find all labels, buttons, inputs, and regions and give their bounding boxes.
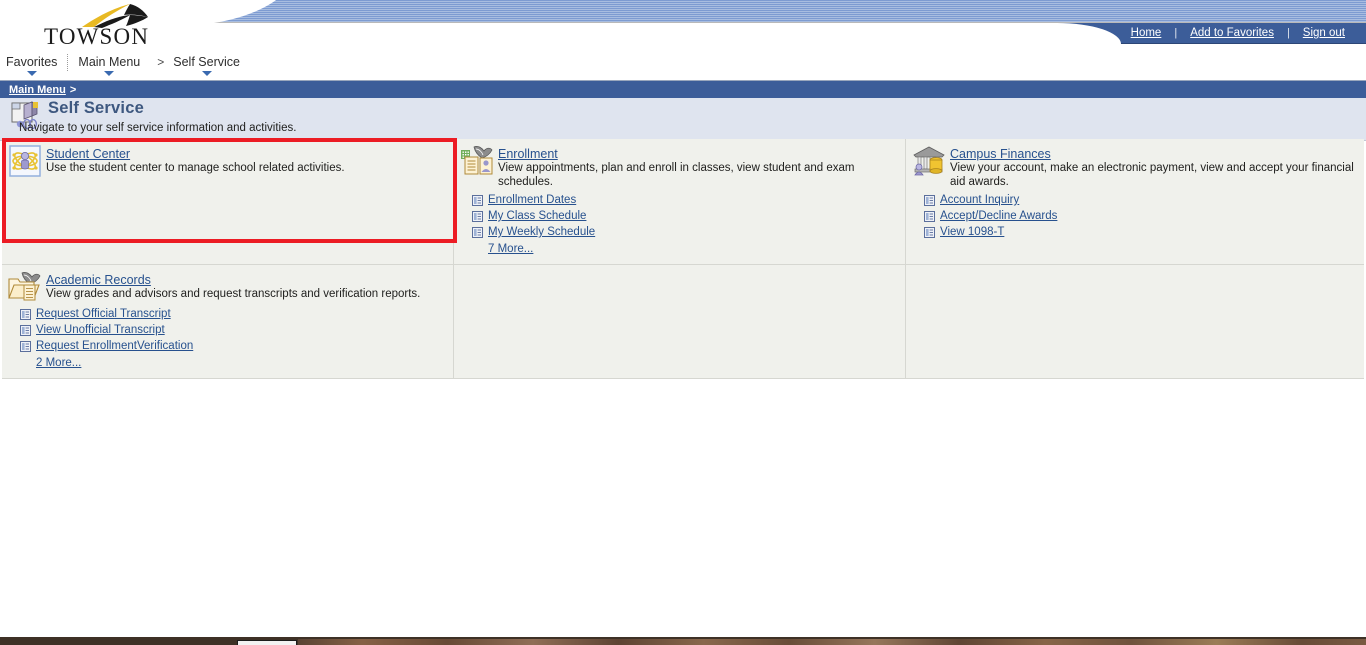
main-menubar: Favorites Main Menu > Self Service bbox=[0, 52, 1366, 81]
list-item[interactable]: View 1098-T bbox=[924, 224, 1356, 240]
page-list-icon bbox=[472, 194, 483, 206]
folder-desc-campus-finances: View your account, make an electronic pa… bbox=[950, 162, 1354, 188]
academic-records-folder-icon bbox=[8, 271, 42, 303]
topnav-separator-1: | bbox=[1174, 27, 1178, 39]
more-row-academic-records[interactable]: 2 More... bbox=[36, 354, 445, 370]
list-item[interactable]: Request EnrollmentVerification bbox=[20, 338, 445, 354]
folder-row-1: Student Center Use the student center to… bbox=[2, 139, 1364, 265]
topnav-curve bbox=[1056, 23, 1121, 44]
self-service-folder-grid: Student Center Use the student center to… bbox=[2, 139, 1364, 379]
link-enrollment-more[interactable]: 7 More... bbox=[488, 243, 533, 255]
student-center-atom-icon bbox=[8, 145, 42, 177]
menu-main-menu-label: Main Menu bbox=[78, 55, 141, 69]
folder-title-student-center[interactable]: Student Center bbox=[46, 147, 130, 161]
folder-title-campus-finances[interactable]: Campus Finances bbox=[950, 147, 1051, 161]
page-list-icon bbox=[20, 340, 31, 352]
page-list-icon bbox=[20, 308, 31, 320]
menu-favorites[interactable]: Favorites bbox=[4, 54, 69, 76]
list-item[interactable]: My Weekly Schedule bbox=[472, 224, 897, 240]
link-view-unofficial-transcript[interactable]: View Unofficial Transcript bbox=[36, 322, 165, 338]
folder-links-campus-finances: Account Inquiry Accept/Decline Awards Vi… bbox=[924, 192, 1356, 240]
folder-desc-student-center: Use the student center to manage school … bbox=[46, 162, 345, 174]
chevron-down-icon bbox=[201, 71, 212, 76]
menu-self-service-label: Self Service bbox=[173, 55, 240, 69]
page-list-icon bbox=[472, 210, 483, 222]
link-account-inquiry[interactable]: Account Inquiry bbox=[940, 192, 1019, 208]
link-my-class-schedule[interactable]: My Class Schedule bbox=[488, 208, 586, 224]
page-list-icon bbox=[20, 324, 31, 336]
link-request-enrollment-verification[interactable]: Request EnrollmentVerification bbox=[36, 338, 193, 354]
top-utility-nav: Home | Add to Favorites | Sign out bbox=[1056, 23, 1366, 44]
topnav-separator-2: | bbox=[1286, 27, 1290, 39]
breadcrumb-main-menu-link[interactable]: Main Menu bbox=[9, 84, 66, 96]
folder-cell-enrollment[interactable]: Enrollment View appointments, plan and e… bbox=[454, 139, 906, 265]
list-item[interactable]: My Class Schedule bbox=[472, 208, 897, 224]
page-list-icon bbox=[472, 226, 483, 238]
add-to-favorites-link[interactable]: Add to Favorites bbox=[1177, 27, 1287, 39]
folder-cell-academic-records[interactable]: Academic Records View grades and advisor… bbox=[2, 265, 454, 379]
towson-logo[interactable]: TOWSON bbox=[42, 2, 192, 49]
folder-row-2: Academic Records View grades and advisor… bbox=[2, 265, 1364, 379]
link-view-1098t[interactable]: View 1098-T bbox=[940, 224, 1004, 240]
page-list-icon bbox=[924, 210, 935, 222]
home-link[interactable]: Home bbox=[1118, 27, 1175, 39]
banner-stripe-decoration bbox=[190, 0, 1366, 23]
link-my-weekly-schedule[interactable]: My Weekly Schedule bbox=[488, 224, 595, 240]
folder-desc-academic-records: View grades and advisors and request tra… bbox=[46, 288, 421, 300]
logo-wordmark: TOWSON bbox=[44, 24, 150, 49]
more-row-enrollment[interactable]: 7 More... bbox=[488, 240, 897, 256]
breadcrumb: Main Menu > bbox=[0, 81, 1366, 98]
list-item[interactable]: Accept/Decline Awards bbox=[924, 208, 1356, 224]
desktop-wallpaper-sliver bbox=[298, 639, 1366, 645]
site-banner: TOWSON Home | Add to Favorites | Sign ou… bbox=[0, 0, 1366, 52]
link-request-official-transcript[interactable]: Request Official Transcript bbox=[36, 306, 171, 322]
link-enrollment-dates[interactable]: Enrollment Dates bbox=[488, 192, 576, 208]
folder-cell-student-center[interactable]: Student Center Use the student center to… bbox=[2, 139, 454, 265]
list-item[interactable]: Request Official Transcript bbox=[20, 306, 445, 322]
os-taskbar-sliver[interactable] bbox=[0, 637, 1366, 645]
start-button-sliver[interactable] bbox=[237, 640, 297, 645]
page-list-icon bbox=[924, 194, 935, 206]
menu-main-menu[interactable]: Main Menu bbox=[76, 54, 150, 76]
folder-desc-enrollment: View appointments, plan and enroll in cl… bbox=[498, 162, 855, 188]
list-item[interactable]: View Unofficial Transcript bbox=[20, 322, 445, 338]
folder-cell-empty-1 bbox=[454, 265, 906, 379]
menu-favorites-label: Favorites bbox=[6, 55, 58, 69]
page-list-icon bbox=[924, 226, 935, 238]
chevron-down-icon bbox=[104, 71, 115, 76]
chevron-down-icon bbox=[26, 71, 37, 76]
folder-links-enrollment: Enrollment Dates My Class Schedule My We… bbox=[472, 192, 897, 256]
folder-title-academic-records[interactable]: Academic Records bbox=[46, 273, 151, 287]
list-item[interactable]: Enrollment Dates bbox=[472, 192, 897, 208]
folder-cell-empty-2 bbox=[906, 265, 1364, 379]
page-title: Self Service bbox=[48, 99, 144, 117]
sign-out-link[interactable]: Sign out bbox=[1290, 27, 1358, 39]
menu-separator-gt: > bbox=[157, 55, 165, 69]
menu-self-service[interactable]: Self Service bbox=[171, 54, 250, 76]
page-subtitle: Navigate to your self service informatio… bbox=[19, 122, 297, 134]
link-accept-decline-awards[interactable]: Accept/Decline Awards bbox=[940, 208, 1057, 224]
page-header: Self Service Navigate to your self servi… bbox=[0, 98, 1366, 141]
campus-finances-bank-icon bbox=[912, 145, 946, 177]
folder-cell-campus-finances[interactable]: Campus Finances View your account, make … bbox=[906, 139, 1364, 265]
enrollment-folder-icon bbox=[460, 145, 494, 177]
list-item[interactable]: Account Inquiry bbox=[924, 192, 1356, 208]
breadcrumb-gt: > bbox=[69, 83, 77, 96]
folder-links-academic-records: Request Official Transcript View Unoffic… bbox=[20, 306, 445, 370]
link-academic-records-more[interactable]: 2 More... bbox=[36, 357, 81, 369]
folder-title-enrollment[interactable]: Enrollment bbox=[498, 147, 558, 161]
